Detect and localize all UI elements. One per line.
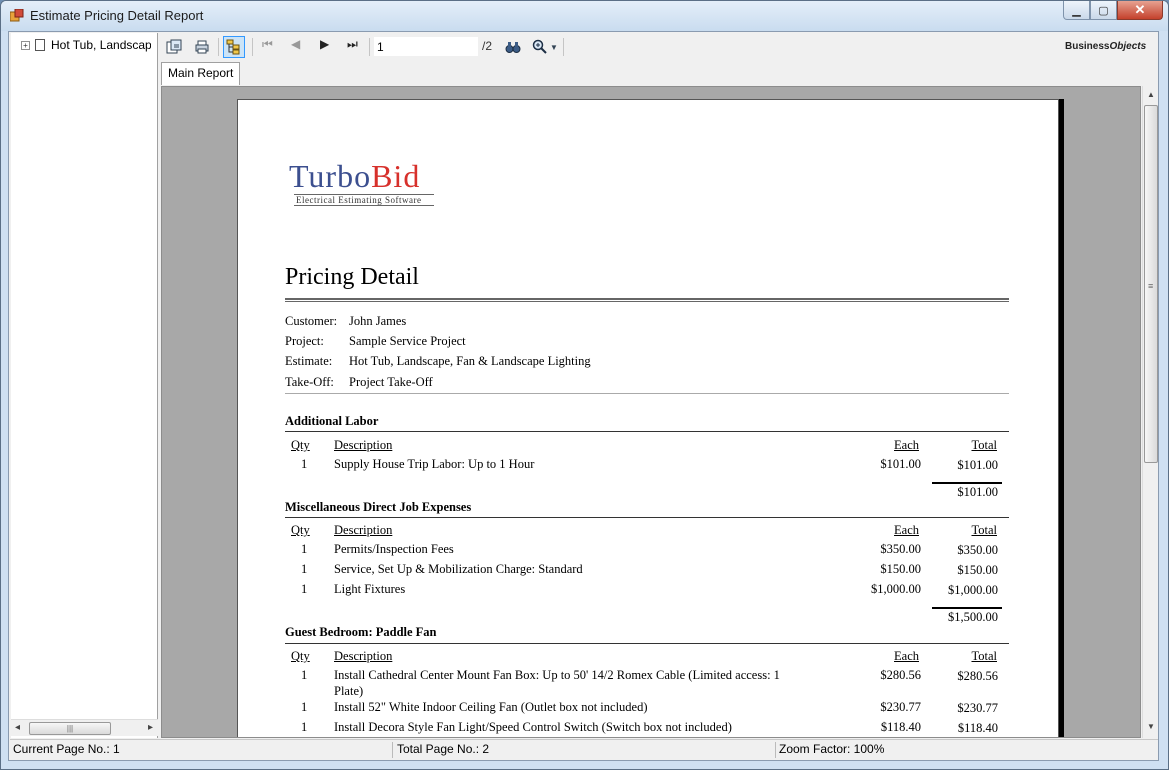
col-header-description: Description bbox=[334, 649, 393, 663]
title-bar[interactable]: Estimate Pricing Detail Report ▁ ▢ ✕ bbox=[1, 1, 1168, 31]
info-customer: Customer: John James bbox=[285, 314, 407, 328]
col-header-each: Each bbox=[894, 438, 919, 452]
export-button[interactable] bbox=[163, 36, 185, 58]
close-button[interactable]: ✕ bbox=[1117, 1, 1163, 20]
chevron-down-icon: ▼ bbox=[550, 42, 558, 52]
info-project: Project: Sample Service Project bbox=[285, 334, 466, 348]
report-viewer: TurboBid Electrical Estimating Software … bbox=[161, 86, 1141, 738]
col-header-total: Total bbox=[971, 523, 997, 537]
export-icon bbox=[166, 39, 182, 54]
scroll-thumb[interactable]: ≡ bbox=[1144, 105, 1158, 463]
status-bar: Current Page No.: 1 Total Page No.: 2 Zo… bbox=[10, 739, 1158, 759]
report-page: TurboBid Electrical Estimating Software … bbox=[237, 99, 1059, 737]
last-page-icon[interactable]: ⏭ bbox=[347, 37, 358, 52]
zoom-icon bbox=[532, 39, 547, 54]
section-subtotal: $1,500.00 bbox=[948, 610, 998, 624]
scroll-thumb[interactable]: ||| bbox=[29, 722, 111, 735]
section-title: Miscellaneous Direct Job Expenses bbox=[285, 500, 472, 514]
maximize-icon: ▢ bbox=[1098, 4, 1109, 17]
title-divider bbox=[285, 298, 1009, 302]
tree-node-label: Hot Tub, Landscape, Fan & Landscape Ligh… bbox=[51, 38, 151, 52]
report-title: Pricing Detail bbox=[285, 264, 419, 290]
close-icon: ✕ bbox=[1134, 2, 1146, 17]
section-title: Guest Bedroom: Paddle Fan bbox=[285, 625, 437, 639]
maximize-button[interactable]: ▢ bbox=[1090, 1, 1117, 20]
status-current-page: Current Page No.: 1 bbox=[13, 742, 120, 756]
first-page-icon[interactable]: ⏮ bbox=[262, 37, 273, 52]
col-header-description: Description bbox=[334, 438, 393, 452]
tree-horizontal-scrollbar[interactable]: ◂ ||| ▸ bbox=[11, 719, 158, 736]
business-objects-logo: BusinessObjects bbox=[1065, 41, 1147, 52]
page-total-label: /2 bbox=[482, 39, 493, 53]
group-tree: + Hot Tub, Landscape, Fan & Landscape Li… bbox=[11, 33, 158, 738]
tree-node-root[interactable]: + Hot Tub, Landscape, Fan & Landscape Li… bbox=[21, 37, 151, 53]
zoom-dropdown[interactable]: ▼ bbox=[530, 36, 560, 58]
document-icon bbox=[35, 39, 45, 51]
find-button[interactable] bbox=[502, 36, 524, 58]
col-header-total: Total bbox=[971, 649, 997, 663]
col-header-qty: Qty bbox=[291, 649, 310, 663]
info-takeoff: Take-Off: Project Take-Off bbox=[285, 375, 433, 389]
tab-main-report[interactable]: Main Report bbox=[161, 62, 241, 85]
status-zoom: Zoom Factor: 100% bbox=[779, 742, 885, 756]
section-title: Additional Labor bbox=[285, 414, 379, 428]
section-subtotal: $101.00 bbox=[957, 485, 998, 499]
col-header-qty: Qty bbox=[291, 438, 310, 452]
toolbar: ⏮ ◀ ▶ ⏭ /2 ▼ BusinessObjects bbox=[160, 33, 1158, 61]
scroll-up-icon[interactable]: ▲ bbox=[1147, 90, 1155, 99]
status-total-pages: Total Page No.: 2 bbox=[397, 742, 490, 756]
minimize-icon: ▁ bbox=[1072, 4, 1081, 17]
app-window: Estimate Pricing Detail Report ▁ ▢ ✕ + H… bbox=[0, 0, 1169, 770]
binoculars-icon bbox=[505, 42, 521, 53]
col-header-total: Total bbox=[971, 438, 997, 452]
previous-page-icon[interactable]: ◀ bbox=[291, 37, 300, 51]
viewer-vertical-scrollbar[interactable]: ▲ ≡ ▼ bbox=[1142, 86, 1158, 738]
print-button[interactable] bbox=[191, 36, 213, 58]
scroll-left-icon[interactable]: ◂ bbox=[15, 722, 20, 733]
page-number-input[interactable] bbox=[374, 37, 478, 56]
col-header-qty: Qty bbox=[291, 523, 310, 537]
expand-icon[interactable]: + bbox=[21, 40, 30, 50]
minimize-button[interactable]: ▁ bbox=[1063, 1, 1090, 20]
group-tree-icon bbox=[226, 39, 240, 55]
toggle-group-tree-button[interactable] bbox=[223, 36, 245, 58]
app-icon bbox=[10, 9, 24, 22]
info-estimate: Estimate: Hot Tub, Landscape, Fan & Lands… bbox=[285, 354, 591, 368]
client-area: + Hot Tub, Landscape, Fan & Landscape Li… bbox=[8, 31, 1159, 761]
tab-label: Main Report bbox=[168, 66, 234, 80]
scroll-down-icon[interactable]: ▼ bbox=[1147, 722, 1155, 731]
next-page-icon[interactable]: ▶ bbox=[320, 37, 329, 51]
col-header-each: Each bbox=[894, 523, 919, 537]
scroll-right-icon[interactable]: ▸ bbox=[148, 722, 153, 733]
turbobid-logo: TurboBid Electrical Estimating Software bbox=[289, 158, 434, 206]
col-header-each: Each bbox=[894, 649, 919, 663]
col-header-description: Description bbox=[334, 523, 393, 537]
printer-icon bbox=[195, 40, 209, 54]
window-title: Estimate Pricing Detail Report bbox=[30, 8, 204, 23]
